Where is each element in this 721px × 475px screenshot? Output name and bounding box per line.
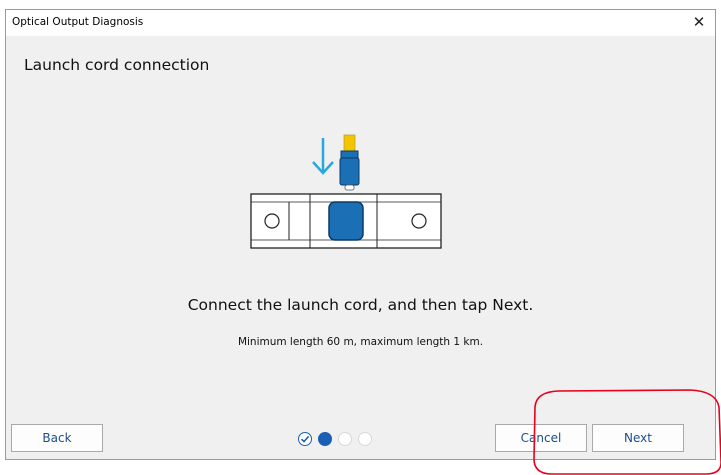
down-arrow-icon <box>312 138 334 175</box>
page-title: Launch cord connection <box>24 56 210 74</box>
title-bar: Optical Output Diagnosis ✕ <box>6 10 715 36</box>
step-done-icon <box>298 432 312 446</box>
length-requirement-text: Minimum length 60 m, maximum length 1 km… <box>237 336 484 348</box>
window-title: Optical Output Diagnosis <box>12 16 144 28</box>
step-pending-icon <box>358 432 372 446</box>
launch-cord-illustration <box>250 134 442 249</box>
step-pending-icon <box>338 432 352 446</box>
device-panel-icon <box>250 193 442 249</box>
back-button[interactable]: Back <box>11 424 103 452</box>
close-icon[interactable]: ✕ <box>689 12 709 32</box>
highlight-annotation <box>533 389 721 475</box>
instruction-text: Connect the launch cord, and then tap Ne… <box>187 296 534 314</box>
connector-icon <box>339 134 360 191</box>
step-current-icon <box>318 432 332 446</box>
step-indicator <box>298 430 372 448</box>
